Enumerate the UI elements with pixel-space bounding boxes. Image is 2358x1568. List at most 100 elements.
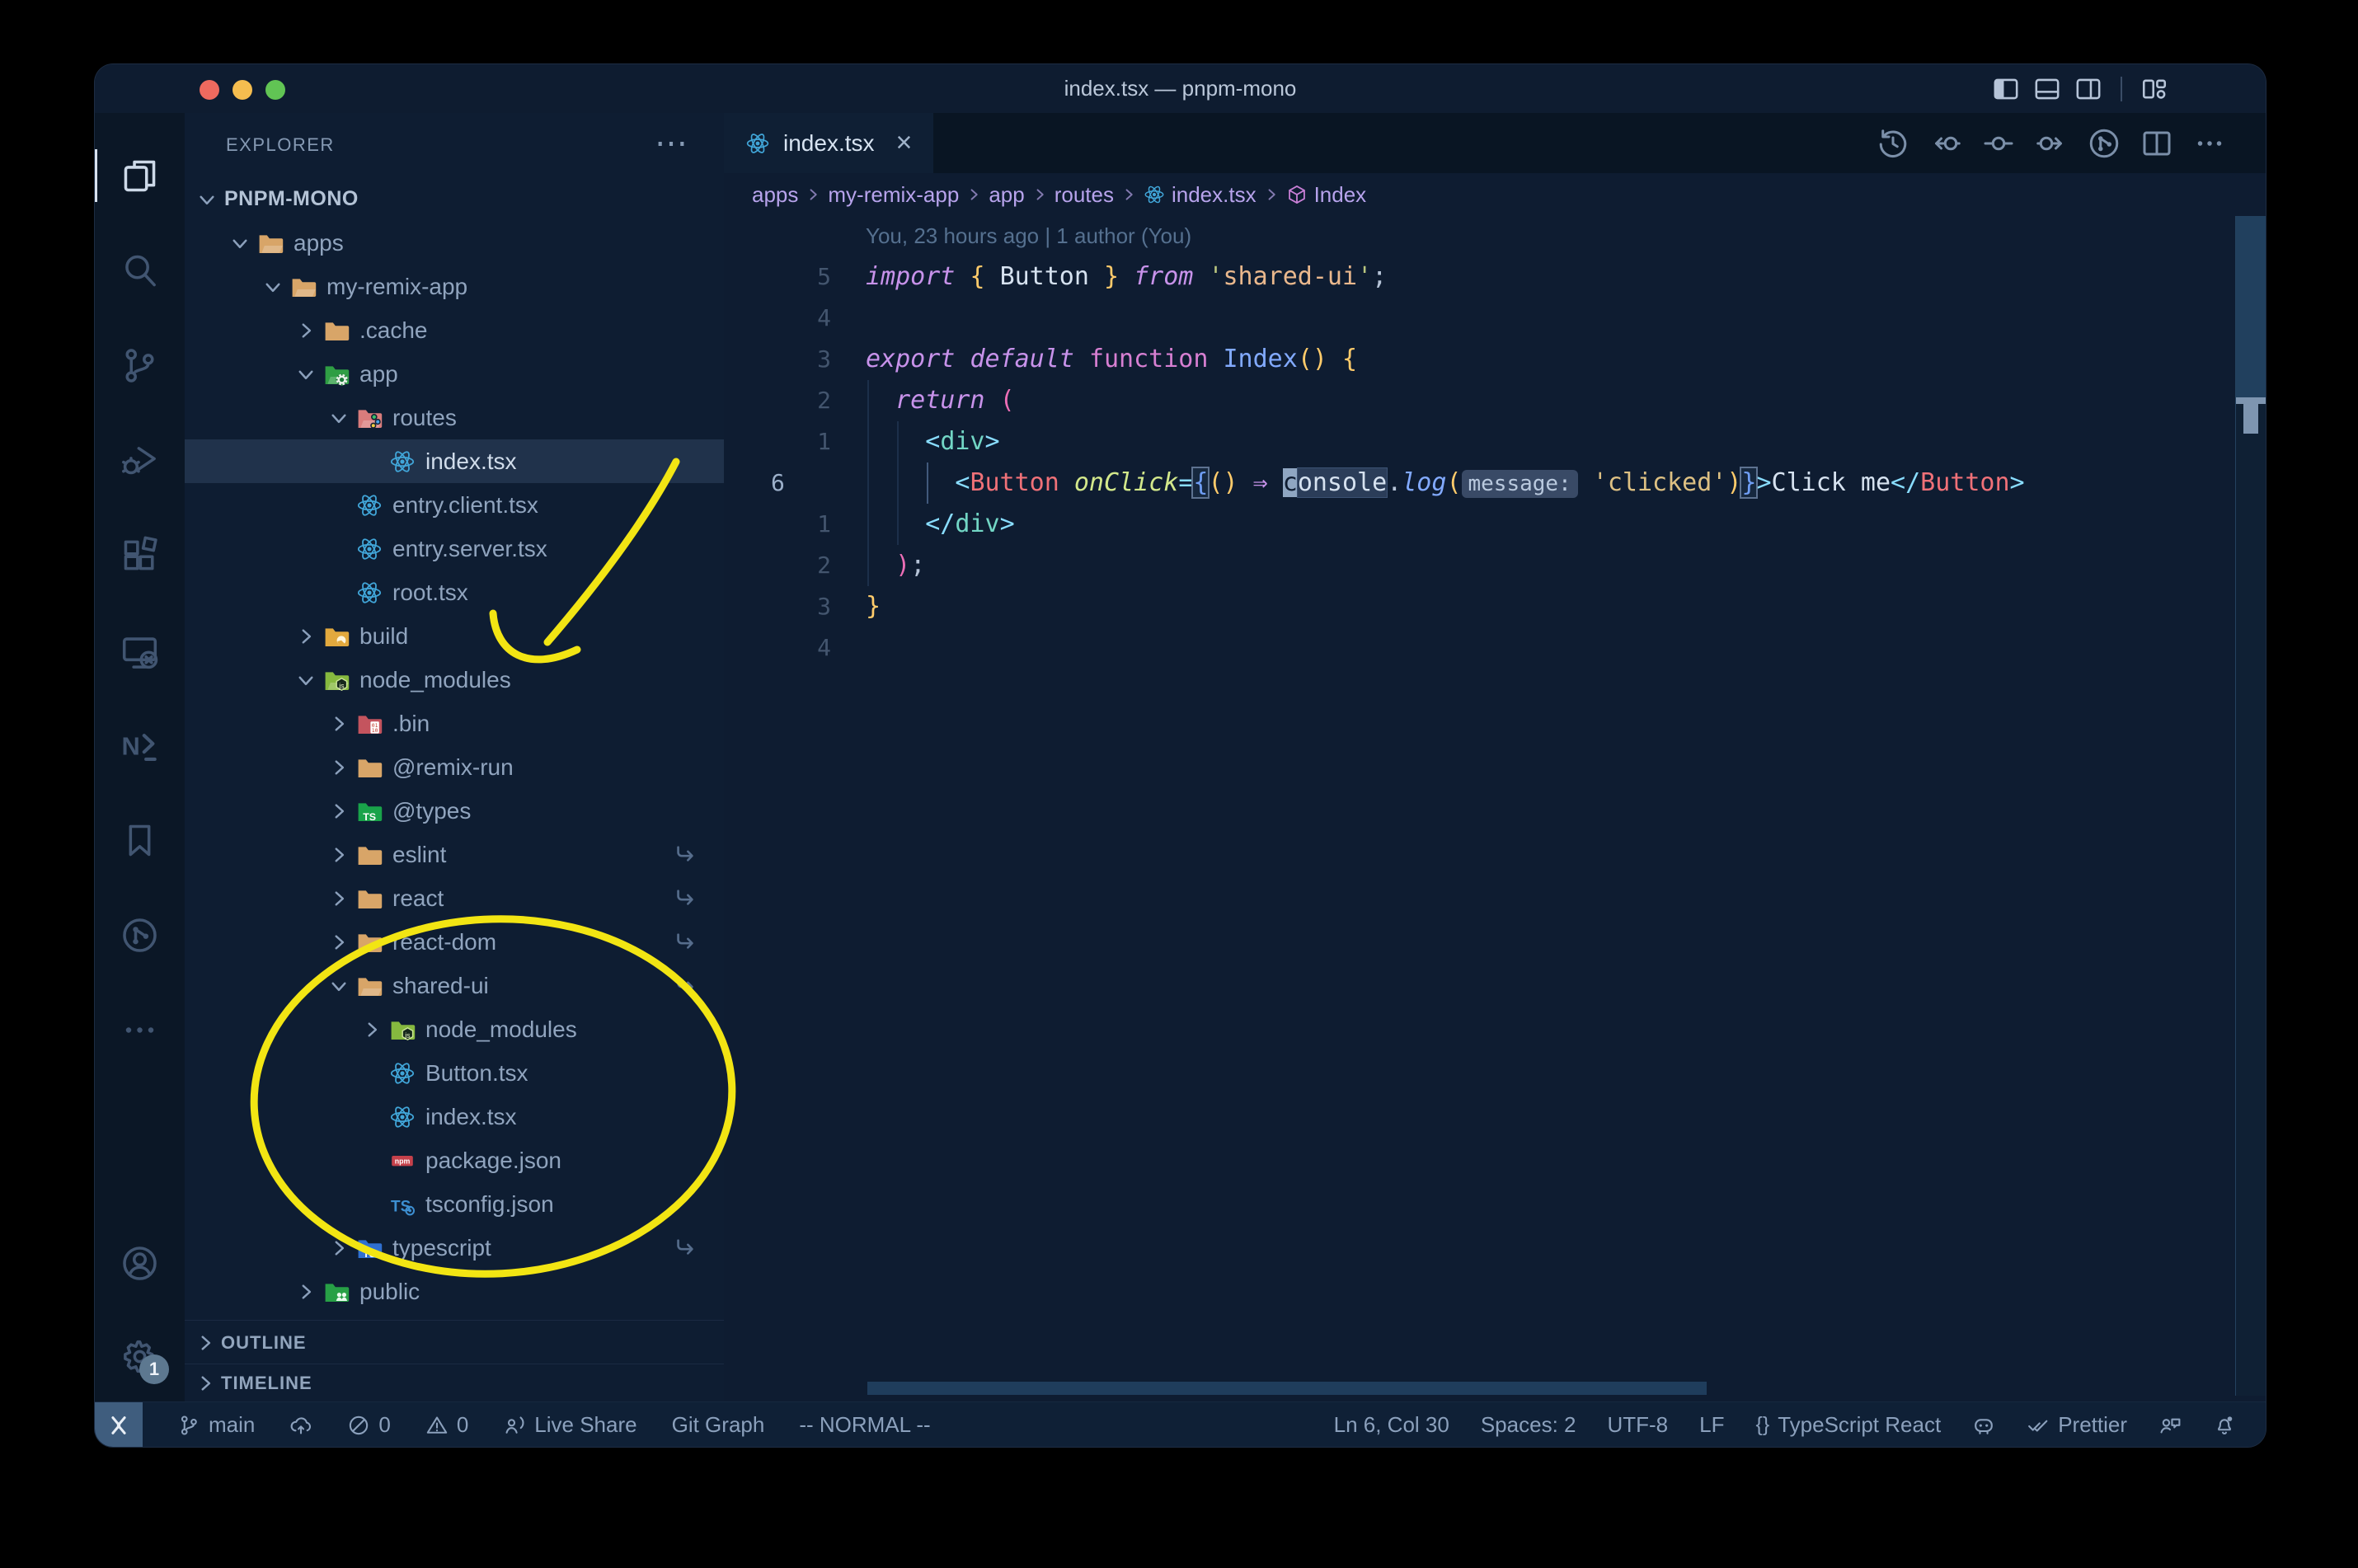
activity-run-debug-icon[interactable]	[120, 441, 159, 480]
tree-item-my-remix-app[interactable]: my-remix-app	[185, 265, 724, 308]
symlink-icon	[673, 974, 698, 998]
tab-index-tsx[interactable]: index.tsx ×	[724, 113, 934, 173]
code-editor[interactable]: You, 23 hours ago | 1 author (You) 5 impo…	[724, 216, 2266, 1396]
activity-nx-console-icon[interactable]: N	[120, 726, 159, 765]
next-change-icon[interactable]	[2035, 127, 2068, 160]
svg-text:js: js	[404, 1030, 411, 1039]
tree-item-entry-server-tsx[interactable]: entry.server.tsx	[185, 527, 724, 570]
overview-ruler-cursor-mark	[2243, 404, 2258, 434]
react-icon	[356, 492, 383, 519]
activity-search-icon[interactable]	[120, 251, 159, 290]
tree-item-public[interactable]: public	[185, 1270, 724, 1313]
previous-change-icon[interactable]	[1929, 127, 1962, 160]
activity-source-control-icon[interactable]	[120, 346, 159, 385]
status-eol[interactable]: LF	[1699, 1412, 1724, 1438]
status-live-share[interactable]: Live Share	[503, 1412, 637, 1438]
tree-item-types[interactable]: TS @types	[185, 789, 724, 833]
status-sync-changes[interactable]	[289, 1414, 312, 1437]
tree-item-react-dom[interactable]: react-dom	[185, 920, 724, 964]
tree-item-label: .bin	[392, 710, 430, 736]
tree-item-cache[interactable]: .cache	[185, 308, 724, 352]
layout-custom-icon[interactable]	[2140, 75, 2168, 103]
vertical-scrollbar[interactable]	[2235, 216, 2266, 1396]
horizontal-scrollbar[interactable]	[867, 1382, 1707, 1395]
tree-item-eslint[interactable]: eslint	[185, 833, 724, 876]
activity-git-graph-icon[interactable]	[120, 916, 159, 955]
tree-item-apps[interactable]: apps	[185, 221, 724, 265]
timeline-section[interactable]: TIMELINE	[185, 1364, 724, 1402]
breadcrumb-item-index[interactable]: Index	[1286, 182, 1366, 208]
settings-badge: 1	[139, 1354, 169, 1384]
activity-account-icon[interactable]	[120, 1244, 159, 1283]
tree-item-typescript[interactable]: TS typescript	[185, 1226, 724, 1270]
status-label: -- NORMAL --	[799, 1412, 931, 1437]
status-feedback[interactable]	[2158, 1414, 2182, 1437]
git-graph-view-icon[interactable]	[2088, 127, 2121, 160]
vertical-scrollbar-slider[interactable]	[2236, 216, 2266, 401]
status-cursor-position[interactable]: Ln 6, Col 30	[1334, 1412, 1449, 1438]
layout-split-icon[interactable]	[2074, 75, 2102, 103]
sidebar-more-actions-icon[interactable]: ⋯	[655, 124, 688, 162]
status-encoding[interactable]: UTF-8	[1607, 1412, 1668, 1438]
status-indentation[interactable]: Spaces: 2	[1481, 1412, 1576, 1438]
tree-item-node-modules[interactable]: js node_modules	[185, 658, 724, 702]
breadcrumb-item-app[interactable]: app	[989, 182, 1024, 208]
breadcrumb-item-index-tsx[interactable]: index.tsx	[1144, 182, 1257, 208]
tree-item-remix-run[interactable]: @remix-run	[185, 745, 724, 789]
chevron-right-icon	[1263, 186, 1280, 203]
status-errors[interactable]: 0	[347, 1412, 391, 1438]
status-warnings[interactable]: 0	[425, 1412, 468, 1438]
code-line-text: export default function Index() {	[866, 345, 1358, 373]
status-formatter[interactable]: Prettier	[2027, 1412, 2127, 1438]
tree-item-react[interactable]: react	[185, 876, 724, 920]
activity-remote-explorer-icon[interactable]	[120, 633, 159, 672]
layout-panel-icon[interactable]	[2033, 75, 2061, 103]
status-git-branch[interactable]: main	[177, 1412, 255, 1438]
timeline-history-icon[interactable]	[1877, 127, 1909, 160]
tree-item-button-tsx[interactable]: Button.tsx	[185, 1051, 724, 1095]
activity-bookmarks-icon[interactable]	[120, 821, 159, 860]
tree-item-app[interactable]: app	[185, 352, 724, 396]
outline-section[interactable]: OUTLINE	[185, 1320, 724, 1364]
tree-item-index-tsx[interactable]: index.tsx	[185, 1095, 724, 1138]
breadcrumb: apps my-remix-app app routes index.tsx Index	[724, 173, 2266, 216]
status-git-graph[interactable]: Git Graph	[672, 1412, 765, 1438]
activity-extensions-icon[interactable]	[120, 536, 159, 575]
folder-icon	[356, 842, 383, 868]
split-editor-icon[interactable]	[2140, 127, 2173, 160]
status-vim-mode[interactable]: -- NORMAL --	[799, 1412, 930, 1438]
activity-settings-icon[interactable]: 1	[120, 1337, 169, 1384]
folder-build-icon	[323, 623, 350, 650]
tree-item-build[interactable]: build	[185, 614, 724, 658]
tree-item-root-tsx[interactable]: root.tsx	[185, 570, 724, 614]
tree-item-entry-client-tsx[interactable]: entry.client.tsx	[185, 483, 724, 527]
activity-more-icon[interactable]	[120, 1011, 159, 1049]
tree-item-node-modules[interactable]: js node_modules	[185, 1007, 724, 1051]
tree-item-package-json[interactable]: npm package.json	[185, 1138, 724, 1182]
status-notifications[interactable]	[2213, 1414, 2236, 1437]
more-actions-icon[interactable]	[2193, 127, 2226, 160]
status-copilot[interactable]	[1972, 1414, 1995, 1437]
folder-ts-blue-icon: TS	[356, 1235, 383, 1261]
tree-item-pnpm-mono[interactable]: PNPM-MONO	[185, 177, 724, 221]
code-line: 2 return (	[724, 380, 2266, 421]
remote-indicator[interactable]	[95, 1402, 143, 1447]
breadcrumb-item-my-remix-app[interactable]: my-remix-app	[828, 182, 959, 208]
layout-sidebar-icon[interactable]	[1992, 75, 2020, 103]
tree-item-tsconfig-json[interactable]: TS tsconfig.json	[185, 1182, 724, 1226]
breadcrumb-item-apps[interactable]: apps	[752, 182, 798, 208]
tree-item-bin[interactable]: 01 10 .bin	[185, 702, 724, 745]
close-icon[interactable]: ×	[896, 127, 913, 159]
tree-item-index-tsx[interactable]: index.tsx	[185, 439, 724, 483]
tree-item-shared-ui[interactable]: shared-ui	[185, 964, 724, 1007]
tree-item-label: entry.client.tsx	[392, 491, 538, 518]
code-line-text: <div>	[925, 427, 1000, 456]
status-language-mode[interactable]: {} TypeScript React	[1756, 1412, 1942, 1438]
tree-item-routes[interactable]: routes	[185, 396, 724, 439]
breadcrumb-item-routes[interactable]: routes	[1055, 182, 1114, 208]
activity-explorer-icon[interactable]	[120, 157, 159, 195]
symlink-icon	[673, 886, 698, 911]
current-change-icon[interactable]	[1982, 127, 2015, 160]
active-view-indicator	[95, 149, 97, 202]
